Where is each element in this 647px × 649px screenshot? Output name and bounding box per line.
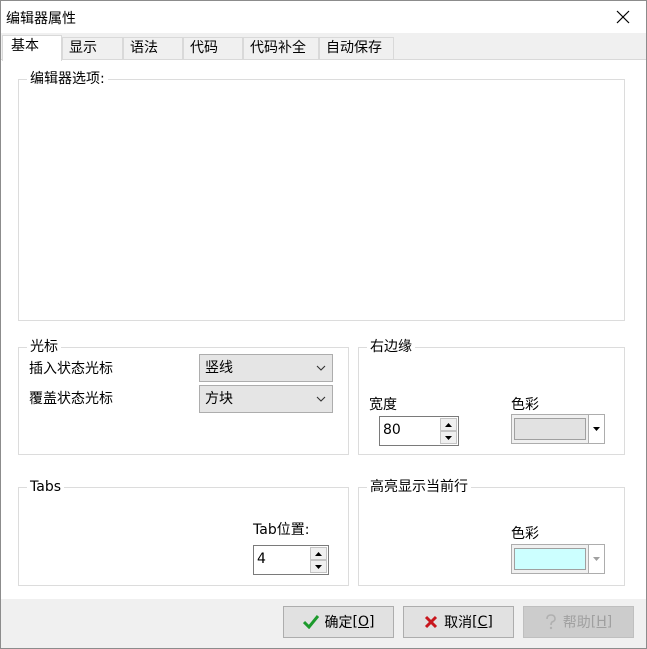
highlight-line-group: 高亮显示当前行 色彩 (358, 478, 625, 586)
help-accelerator: [H] (590, 614, 613, 630)
tab-display[interactable]: 显示 (62, 37, 123, 60)
tab-label: 自动保存 (326, 40, 382, 56)
question-icon (545, 614, 557, 630)
highlight-color-label: 色彩 (511, 526, 539, 542)
help-button[interactable]: 帮助 [H] (523, 606, 634, 638)
right-margin-group: 右边缘 宽度 80 色彩 (358, 338, 625, 455)
margin-width-value: 80 (383, 422, 401, 438)
tab-position-spinner[interactable]: 4 (253, 545, 329, 575)
tab-syntax[interactable]: 语法 (123, 37, 183, 60)
spin-down-button[interactable] (440, 431, 457, 444)
tab-auto-save[interactable]: 自动保存 (319, 37, 394, 60)
color-dropdown-button[interactable] (588, 415, 604, 443)
insert-cursor-label: 插入状态光标 (29, 361, 113, 377)
checkmark-icon (302, 615, 319, 629)
margin-color-picker[interactable] (511, 414, 605, 444)
editor-options-group: 编辑器选项: (18, 70, 625, 321)
margin-color-swatch (514, 418, 586, 440)
triangle-up-icon (445, 422, 452, 427)
spin-down-button[interactable] (310, 560, 327, 573)
close-button[interactable] (600, 1, 646, 33)
ok-button[interactable]: 确定 [O] (283, 606, 394, 638)
cancel-label: 取消 (444, 615, 473, 631)
editor-options-label: 编辑器选项: (27, 70, 108, 88)
chevron-down-icon (316, 365, 326, 371)
insert-cursor-select[interactable]: 竖线 (199, 354, 333, 382)
x-icon (424, 615, 438, 629)
triangle-down-icon (593, 557, 600, 561)
spinner-buttons (440, 418, 457, 444)
tab-position-label: Tab位置: (253, 522, 310, 538)
window-title: 编辑器属性 (6, 11, 76, 27)
triangle-down-icon (315, 564, 322, 569)
spin-up-button[interactable] (310, 547, 327, 560)
spinner-buttons (310, 547, 327, 573)
tabs-group-label: Tabs (27, 478, 64, 496)
cursor-group: 光标 插入状态光标 竖线 覆盖状态光标 方块 (18, 338, 349, 455)
highlight-color-swatch (514, 548, 586, 570)
close-icon (616, 10, 630, 24)
margin-width-spinner[interactable]: 80 (379, 416, 459, 446)
editor-properties-dialog: 编辑器属性 基本 显示 语法 代码 代码补全 自动保存 编辑器选项: 光标 插入… (0, 0, 647, 649)
tab-panel-basic: 编辑器选项: 光标 插入状态光标 竖线 覆盖状态光标 方块 右边缘 宽度 80 … (1, 59, 646, 599)
spin-up-button[interactable] (440, 418, 457, 431)
cancel-button[interactable]: 取消 [C] (403, 606, 514, 638)
cursor-group-label: 光标 (27, 338, 61, 356)
tab-code[interactable]: 代码 (183, 37, 243, 60)
overwrite-cursor-value: 方块 (205, 391, 233, 407)
cancel-accelerator: [C] (472, 614, 493, 630)
tab-strip: 基本 显示 语法 代码 代码补全 自动保存 (1, 35, 646, 61)
triangle-down-icon (593, 427, 600, 431)
tab-position-value: 4 (257, 551, 266, 567)
tab-label: 显示 (69, 40, 97, 56)
tab-basic[interactable]: 基本 (2, 35, 62, 61)
triangle-up-icon (315, 551, 322, 556)
highlight-color-picker[interactable] (511, 544, 605, 574)
tabs-group: Tabs Tab位置: 4 (18, 478, 349, 586)
insert-cursor-value: 竖线 (205, 360, 233, 376)
tab-label: 代码 (190, 40, 218, 56)
margin-width-label: 宽度 (369, 397, 397, 413)
tab-label: 代码补全 (250, 40, 306, 56)
ok-accelerator: [O] (352, 614, 375, 630)
title-bar: 编辑器属性 (1, 1, 646, 33)
overwrite-cursor-label: 覆盖状态光标 (29, 391, 113, 407)
tab-code-completion[interactable]: 代码补全 (243, 37, 319, 60)
chevron-down-icon (316, 396, 326, 402)
highlight-line-group-label: 高亮显示当前行 (367, 478, 471, 496)
triangle-down-icon (445, 435, 452, 440)
margin-color-label: 色彩 (511, 397, 539, 413)
color-dropdown-button[interactable] (588, 545, 604, 573)
help-label: 帮助 (562, 615, 591, 631)
ok-label: 确定 (324, 615, 353, 631)
right-margin-group-label: 右边缘 (367, 338, 415, 356)
tab-label: 语法 (130, 40, 158, 56)
overwrite-cursor-select[interactable]: 方块 (199, 385, 333, 413)
tab-label: 基本 (11, 38, 39, 54)
